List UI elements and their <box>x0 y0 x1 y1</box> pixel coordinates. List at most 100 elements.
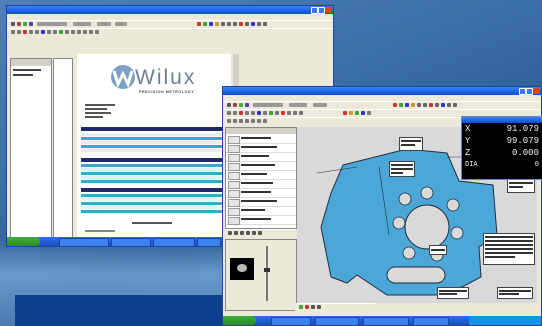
tool-icon[interactable] <box>343 111 347 115</box>
tree-item[interactable] <box>13 74 33 76</box>
tool-icon[interactable] <box>257 22 261 26</box>
tool-icon[interactable] <box>97 22 111 26</box>
tool-icon[interactable] <box>245 22 249 26</box>
focus-slider-thumb[interactable] <box>264 268 270 272</box>
tool-icon[interactable] <box>227 103 231 107</box>
tree-item[interactable] <box>13 69 41 71</box>
tool-icon[interactable] <box>239 119 243 123</box>
feature-row[interactable] <box>226 135 296 144</box>
tool-icon[interactable] <box>405 103 409 107</box>
tool-icon[interactable] <box>293 111 297 115</box>
tool-icon[interactable] <box>233 111 237 115</box>
tool-icon[interactable] <box>417 103 421 107</box>
tool-icon[interactable] <box>263 111 267 115</box>
start-button[interactable] <box>7 237 40 246</box>
tool-icon[interactable] <box>257 119 261 123</box>
tool-icon[interactable] <box>37 22 67 26</box>
tool-icon[interactable] <box>263 119 267 123</box>
tool-icon[interactable] <box>227 22 231 26</box>
tool-icon[interactable] <box>221 22 225 26</box>
tool-icon[interactable] <box>71 30 75 34</box>
tool-icon[interactable] <box>203 22 207 26</box>
tool-icon[interactable] <box>453 103 457 107</box>
tool-icon[interactable] <box>399 103 403 107</box>
maximize-icon[interactable] <box>318 7 325 14</box>
tool-icon[interactable] <box>215 22 219 26</box>
feature-row[interactable] <box>226 144 296 153</box>
tool-icon[interactable] <box>281 111 285 115</box>
feature-callout[interactable] <box>429 245 447 255</box>
tool-icon[interactable] <box>317 305 321 309</box>
tool-icon[interactable] <box>251 119 255 123</box>
tool-icon[interactable] <box>228 231 232 235</box>
focus-slider[interactable] <box>264 246 270 301</box>
taskbar-item[interactable] <box>413 317 449 325</box>
tool-icon[interactable] <box>233 119 237 123</box>
tool-icon[interactable] <box>11 30 15 34</box>
tool-icon[interactable] <box>245 103 249 107</box>
feature-row[interactable] <box>226 207 296 216</box>
tool-icon[interactable] <box>47 30 51 34</box>
tool-icon[interactable] <box>287 111 291 115</box>
tool-icon[interactable] <box>95 30 99 34</box>
tool-icon[interactable] <box>59 30 63 34</box>
tool-icon[interactable] <box>89 30 93 34</box>
tool-icon[interactable] <box>233 103 237 107</box>
taskbar-item[interactable] <box>111 238 151 246</box>
tool-icon[interactable] <box>23 30 27 34</box>
tool-icon[interactable] <box>257 111 261 115</box>
feature-callout[interactable] <box>497 287 533 299</box>
tool-icon[interactable] <box>233 22 237 26</box>
tool-icon[interactable] <box>29 22 33 26</box>
tool-icon[interactable] <box>239 111 243 115</box>
measure-title-bar[interactable] <box>223 87 541 95</box>
tool-icon[interactable] <box>361 111 365 115</box>
feature-row[interactable] <box>226 198 296 207</box>
maximize-icon[interactable] <box>526 88 533 95</box>
tool-icon[interactable] <box>240 231 244 235</box>
tool-icon[interactable] <box>197 22 201 26</box>
feature-callout[interactable] <box>483 233 535 265</box>
tool-icon[interactable] <box>77 30 81 34</box>
tool-icon[interactable] <box>258 231 262 235</box>
tool-icon[interactable] <box>17 30 21 34</box>
tool-icon[interactable] <box>115 22 127 26</box>
tool-icon[interactable] <box>246 231 250 235</box>
taskbar-item[interactable] <box>363 317 409 325</box>
tool-icon[interactable] <box>275 111 279 115</box>
tool-icon[interactable] <box>245 111 249 115</box>
close-icon[interactable] <box>326 7 332 13</box>
feature-row[interactable] <box>226 180 296 189</box>
taskbar-item[interactable] <box>197 238 221 246</box>
tool-icon[interactable] <box>429 103 433 107</box>
tool-icon[interactable] <box>29 30 33 34</box>
feature-callout[interactable] <box>399 137 423 151</box>
tool-icon[interactable] <box>263 22 267 26</box>
feature-row[interactable] <box>226 153 296 162</box>
tool-icon[interactable] <box>441 103 445 107</box>
minimize-icon[interactable] <box>311 7 318 14</box>
tool-icon[interactable] <box>41 30 45 34</box>
tool-icon[interactable] <box>239 22 243 26</box>
feature-callout[interactable] <box>437 287 469 299</box>
tool-icon[interactable] <box>367 111 371 115</box>
feature-row[interactable] <box>226 162 296 171</box>
tool-icon[interactable] <box>313 103 327 107</box>
tool-icon[interactable] <box>299 111 303 115</box>
tool-icon[interactable] <box>252 231 256 235</box>
tool-icon[interactable] <box>239 103 243 107</box>
taskbar-item[interactable] <box>59 238 109 246</box>
tool-icon[interactable] <box>349 111 353 115</box>
tool-icon[interactable] <box>411 103 415 107</box>
tool-icon[interactable] <box>393 103 397 107</box>
taskbar-item[interactable] <box>315 317 359 325</box>
tool-icon[interactable] <box>355 111 359 115</box>
taskbar-item[interactable] <box>271 317 311 325</box>
tool-icon[interactable] <box>209 22 213 26</box>
taskbar-item[interactable] <box>153 238 195 246</box>
feature-row[interactable] <box>226 189 296 198</box>
tool-icon[interactable] <box>17 22 21 26</box>
tool-icon[interactable] <box>289 103 307 107</box>
tool-icon[interactable] <box>65 30 69 34</box>
feature-row[interactable] <box>226 171 296 180</box>
